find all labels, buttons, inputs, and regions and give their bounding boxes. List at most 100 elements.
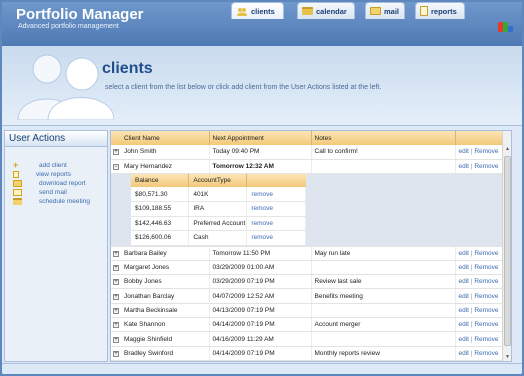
view-reports-action[interactable]: view reports	[13, 170, 90, 179]
table-row[interactable]: + Kate Shannon 04/14/2009 07:19 PM Account …	[111, 317, 511, 333]
windows-logo-icon	[498, 19, 513, 32]
client-name: Barbara Bailey	[121, 246, 210, 261]
notes: Review last sale	[311, 274, 456, 290]
clients-grid: Client Name Next Appointment Notes + Joh…	[110, 130, 512, 362]
account-type: IRA	[188, 201, 248, 217]
send-mail-action[interactable]: send mail	[13, 188, 90, 197]
account-row[interactable]: $109,188.55 IRA remove	[131, 201, 306, 217]
remove-link[interactable]: Remove	[474, 321, 498, 328]
client-name: Maggie Shinfield	[121, 331, 210, 347]
separator: |	[470, 335, 473, 343]
schedule-meeting-action[interactable]: schedule meeting	[13, 197, 90, 206]
remove-account-link[interactable]: remove	[251, 191, 273, 198]
expand-icon[interactable]: +	[113, 265, 119, 272]
edit-link[interactable]: edit	[459, 148, 469, 155]
separator: |	[470, 264, 473, 272]
calendar-icon	[13, 198, 22, 205]
next-appointment: 04/07/2009 12:52 AM	[209, 288, 312, 304]
edit-link[interactable]: edit	[459, 163, 469, 170]
notes: Call to confirm!	[311, 145, 456, 160]
collapse-icon[interactable]: −	[113, 163, 119, 170]
table-row[interactable]: + Maggie Shinfield 04/16/2009 11:29 AM edit…	[111, 331, 511, 347]
accounts-table: Balance AccountType $80,571.30 401K remo…	[131, 174, 306, 246]
remove-link[interactable]: Remove	[474, 336, 498, 343]
plus-icon: +	[13, 160, 19, 170]
next-appointment: Tomorrow 12:32 AM	[209, 159, 312, 175]
edit-link[interactable]: edit	[459, 250, 469, 257]
notes: May run late	[311, 246, 456, 261]
grid-scrollbar[interactable]: ▲ ▼	[502, 131, 511, 361]
clients-table: Client Name Next Appointment Notes + Joh…	[111, 131, 511, 361]
expand-icon[interactable]: +	[113, 322, 119, 329]
tab-reports[interactable]: reports	[415, 2, 465, 19]
remove-link[interactable]: Remove	[474, 293, 498, 300]
table-row[interactable]: + John Smith Today 09:40 PM Call to conf…	[111, 145, 511, 160]
column-header[interactable]: Notes	[311, 131, 456, 145]
edit-link[interactable]: edit	[459, 350, 469, 357]
balance: $126,600.06	[131, 230, 190, 246]
expand-icon[interactable]: +	[113, 279, 119, 286]
scroll-down-icon[interactable]: ▼	[504, 354, 511, 361]
remove-link[interactable]: Remove	[474, 148, 498, 155]
table-row[interactable]: + Bobby Jones 03/29/2009 07:19 PM Review la…	[111, 274, 511, 290]
account-row[interactable]: $126,600.06 Cash remove	[131, 230, 306, 246]
app-header: Portfolio Manager Advanced portfolio man…	[2, 2, 522, 46]
nested-detail-row: Balance AccountType $80,571.30 401K remo…	[111, 173, 511, 247]
remove-link[interactable]: Remove	[474, 250, 498, 257]
edit-link[interactable]: edit	[459, 307, 469, 314]
edit-link[interactable]: edit	[459, 336, 469, 343]
remove-link[interactable]: Remove	[474, 307, 498, 314]
table-row[interactable]: + Martha Beckinsale 04/13/2009 07:19 PM edi…	[111, 303, 511, 319]
action-label: download report	[39, 180, 86, 187]
table-row[interactable]: + Barbara Bailey Tomorrow 11:50 PM May run …	[111, 246, 511, 261]
tab-calendar[interactable]: calendar	[297, 2, 355, 19]
edit-link[interactable]: edit	[459, 321, 469, 328]
table-row[interactable]: + Margaret Jones 03/29/2009 01:00 AM edit |…	[111, 260, 511, 276]
remove-link[interactable]: Remove	[474, 350, 498, 357]
expand-icon[interactable]: +	[113, 350, 119, 357]
expand-icon[interactable]: +	[113, 336, 119, 343]
client-name: Bobby Jones	[121, 274, 210, 290]
action-label: add client	[39, 162, 67, 169]
edit-link[interactable]: edit	[459, 293, 469, 300]
expand-icon[interactable]: +	[113, 293, 119, 300]
tab-clients[interactable]: clients	[231, 2, 284, 19]
next-appointment: 03/29/2009 07:19 PM	[209, 274, 312, 290]
tab-mail[interactable]: mail	[365, 2, 405, 19]
column-header[interactable]: Client Name	[121, 131, 210, 145]
action-label: view reports	[36, 171, 72, 178]
table-row[interactable]: + Jonathan Barclay 04/07/2009 12:52 AM Bene…	[111, 288, 511, 304]
report-icon	[13, 171, 19, 178]
separator: |	[470, 162, 473, 170]
remove-account-link[interactable]: remove	[251, 205, 273, 212]
page-banner: clients select a client from the list be…	[2, 46, 522, 126]
expand-icon[interactable]: +	[113, 250, 119, 257]
expand-icon[interactable]: +	[113, 307, 119, 314]
column-header[interactable]: Balance	[131, 174, 190, 188]
edit-link[interactable]: edit	[459, 278, 469, 285]
separator: |	[470, 292, 473, 300]
remove-account-link[interactable]: remove	[251, 234, 273, 241]
remove-link[interactable]: Remove	[474, 163, 498, 170]
edit-link[interactable]: edit	[459, 264, 469, 271]
separator: |	[470, 278, 473, 286]
remove-link[interactable]: Remove	[474, 264, 498, 271]
user-actions-panel: User Actions + add client view reports d…	[4, 130, 108, 362]
remove-link[interactable]: Remove	[474, 278, 498, 285]
add-client-action[interactable]: + add client	[13, 161, 90, 170]
table-row[interactable]: − Mary Hernandez Tomorrow 12:32 AM edit …	[111, 159, 511, 175]
download-report-action[interactable]: download report	[13, 179, 90, 188]
remove-account-link[interactable]: remove	[251, 220, 273, 227]
separator: |	[470, 148, 473, 156]
next-appointment: 04/14/2009 07:19 PM	[209, 317, 312, 333]
next-appointment: 04/13/2009 07:19 PM	[209, 303, 312, 319]
scroll-up-icon[interactable]: ▲	[504, 146, 511, 154]
column-header[interactable]: Next Appointment	[209, 131, 312, 145]
account-row[interactable]: $142,446.63 Preferred Account remove	[131, 216, 306, 232]
account-row[interactable]: $80,571.30 401K remove	[131, 187, 306, 203]
people-icon	[237, 7, 247, 16]
table-row[interactable]: + Bradley Swinford 04/14/2009 07:19 PM Mont…	[111, 346, 511, 361]
column-header[interactable]: AccountType	[188, 174, 248, 188]
expand-icon[interactable]: +	[113, 149, 119, 156]
scrollbar-thumb[interactable]	[504, 156, 511, 346]
